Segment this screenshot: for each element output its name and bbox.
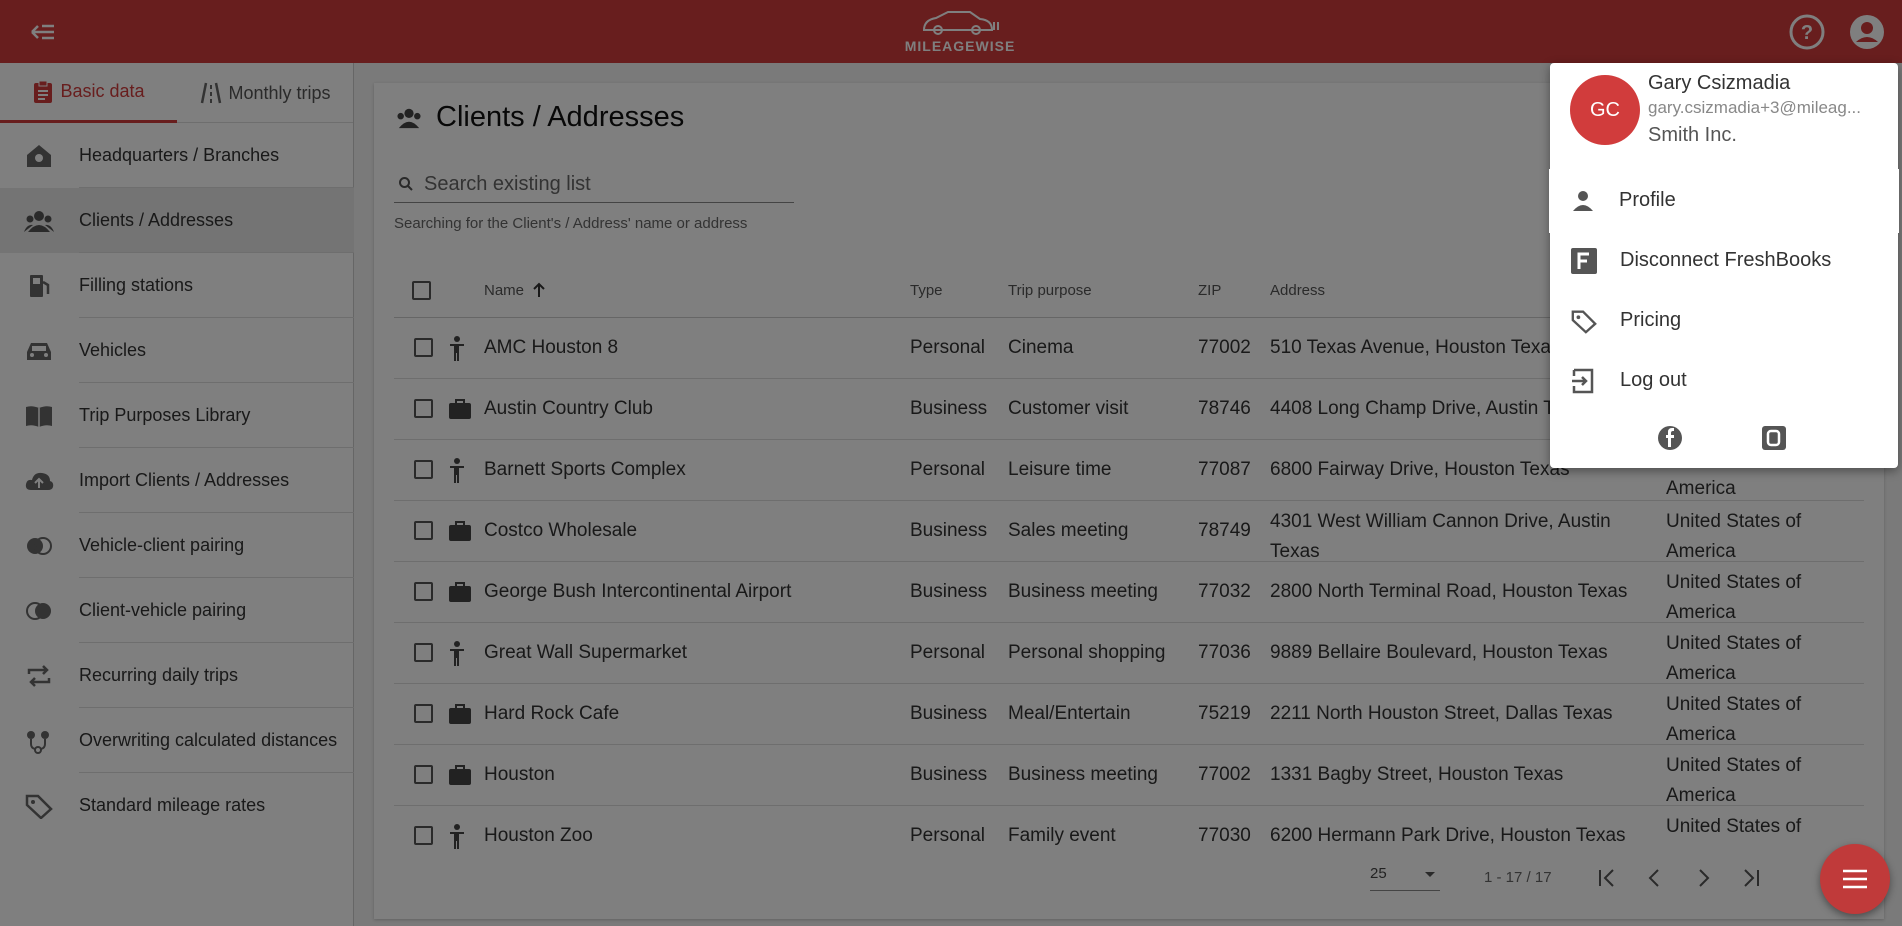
menu-item-label: Profile: [1619, 189, 1676, 211]
tag-icon: [1571, 310, 1597, 334]
avatar: GC: [1570, 75, 1640, 145]
blogger-icon[interactable]: [1761, 425, 1787, 451]
person-icon: [1573, 191, 1593, 211]
logout-icon: [1572, 368, 1594, 394]
user-email: gary.csizmadia+3@mileag...: [1648, 98, 1861, 117]
fab-menu-button[interactable]: [1820, 844, 1890, 914]
menu-item-log-out[interactable]: Log out: [1550, 349, 1898, 413]
user-name: Gary Csizmadia: [1648, 72, 1791, 94]
menu-icon: [1843, 869, 1867, 889]
menu-item-label: Log out: [1620, 369, 1687, 391]
menu-item-pricing[interactable]: Pricing: [1550, 289, 1898, 353]
menu-item-label: Disconnect FreshBooks: [1620, 249, 1832, 271]
menu-item-profile[interactable]: Profile: [1549, 169, 1899, 233]
user-menu: GC Gary Csizmadia gary.csizmadia+3@milea…: [1549, 63, 1899, 468]
menu-item-disconnect-freshbooks[interactable]: Disconnect FreshBooks: [1550, 229, 1898, 293]
user-company: Smith Inc.: [1648, 124, 1737, 146]
facebook-icon[interactable]: [1657, 425, 1683, 451]
menu-item-label: Pricing: [1620, 309, 1682, 331]
freshbooks-icon: [1571, 248, 1597, 274]
